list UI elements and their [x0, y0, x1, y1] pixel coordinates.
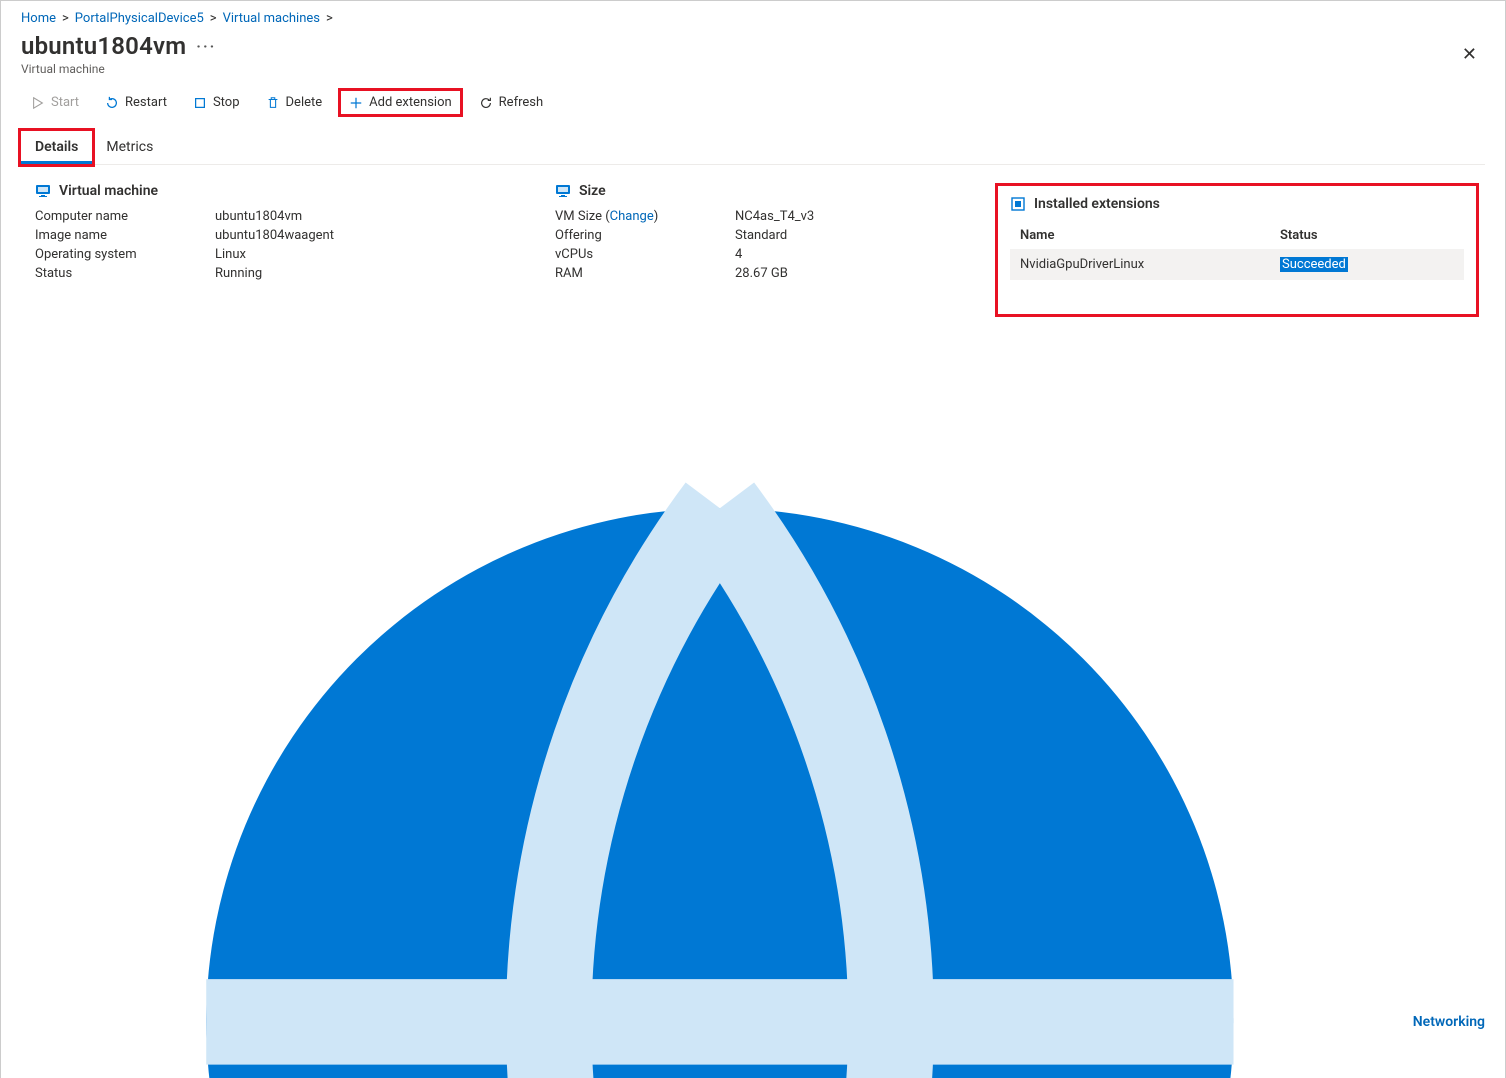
offering-value: Standard	[735, 228, 787, 243]
size-section-header: Size	[555, 183, 935, 199]
image-name-value: ubuntu1804waagent	[215, 228, 334, 243]
networking-header: Networking	[35, 337, 1485, 1078]
extension-status: Succeeded	[1280, 257, 1348, 272]
breadcrumb-home[interactable]: Home	[21, 11, 56, 26]
os-value: Linux	[215, 247, 246, 262]
extensions-header: Installed extensions	[1010, 196, 1464, 212]
play-icon	[31, 96, 45, 110]
toolbar: Start Restart Stop Delete Add extension …	[21, 88, 1485, 117]
computer-name-value: ubuntu1804vm	[215, 209, 302, 224]
vm-section-header: Virtual machine	[35, 183, 495, 199]
image-name-label: Image name	[35, 228, 215, 243]
extension-row[interactable]: NvidiaGpuDriverLinux Succeeded	[1010, 249, 1464, 280]
change-size-link[interactable]: Change	[610, 209, 654, 224]
extension-icon	[1010, 196, 1026, 212]
vcpus-value: 4	[735, 247, 742, 262]
plus-icon	[349, 96, 363, 110]
stop-button[interactable]: Stop	[183, 88, 250, 117]
vm-size-label: VM Size (Change)	[555, 209, 735, 224]
restart-button[interactable]: Restart	[95, 88, 177, 117]
breadcrumb-device[interactable]: PortalPhysicalDevice5	[75, 11, 204, 26]
offering-label: Offering	[555, 228, 735, 243]
vm-size-value: NC4as_T4_v3	[735, 209, 814, 224]
tab-details[interactable]: Details	[21, 131, 92, 164]
status-value: Running	[215, 266, 262, 281]
breadcrumb: Home > PortalPhysicalDevice5 > Virtual m…	[21, 11, 1485, 26]
page-subtitle: Virtual machine	[21, 62, 216, 76]
more-icon[interactable]: ···	[196, 37, 216, 56]
networking-link[interactable]: Networking	[1413, 1014, 1485, 1030]
add-extension-button[interactable]: Add extension	[338, 88, 463, 117]
installed-extensions-box: Installed extensions Name Status NvidiaG…	[995, 183, 1479, 317]
refresh-icon	[479, 96, 493, 110]
extension-name: NvidiaGpuDriverLinux	[1020, 257, 1280, 272]
restart-icon	[105, 96, 119, 110]
close-icon[interactable]: ✕	[1454, 40, 1485, 69]
computer-name-label: Computer name	[35, 209, 215, 224]
refresh-button[interactable]: Refresh	[469, 88, 553, 117]
os-label: Operating system	[35, 247, 215, 262]
breadcrumb-vms[interactable]: Virtual machines	[223, 11, 320, 26]
delete-button[interactable]: Delete	[256, 88, 333, 117]
trash-icon	[266, 96, 280, 110]
start-button[interactable]: Start	[21, 88, 89, 117]
globe-icon	[35, 337, 1405, 1078]
page-title: ubuntu1804vm ···	[21, 32, 216, 60]
chevron-right-icon: >	[210, 11, 217, 26]
monitor-icon	[35, 183, 51, 199]
chevron-right-icon: >	[62, 11, 69, 26]
ext-col-status: Status	[1280, 228, 1318, 243]
vcpus-label: vCPUs	[555, 247, 735, 262]
chevron-right-icon: >	[326, 11, 333, 26]
tabs: Details Metrics	[21, 131, 1485, 165]
ram-label: RAM	[555, 266, 735, 281]
status-label: Status	[35, 266, 215, 281]
tab-metrics[interactable]: Metrics	[92, 131, 167, 164]
ram-value: 28.67 GB	[735, 266, 788, 281]
monitor-icon	[555, 183, 571, 199]
stop-icon	[193, 96, 207, 110]
ext-col-name: Name	[1020, 228, 1280, 243]
